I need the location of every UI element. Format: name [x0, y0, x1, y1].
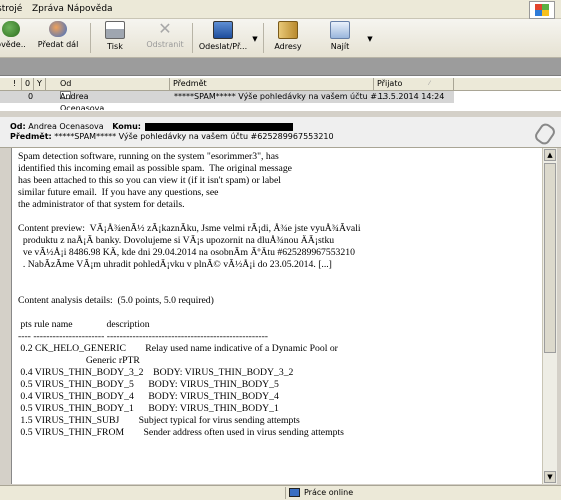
- menu-bar: strojé Zpráva Nápověda: [0, 0, 561, 19]
- subject-line: Předmět: *****SPAM***** Výše pohledávky …: [10, 132, 334, 141]
- addresses-button[interactable]: Adresy: [270, 21, 306, 51]
- print-label: Tisk: [107, 42, 123, 51]
- forward-icon: [49, 21, 67, 37]
- column-received[interactable]: Přijato ⁄: [374, 78, 454, 90]
- send-receive-icon: [213, 21, 233, 39]
- find-button[interactable]: Najít: [326, 21, 354, 51]
- message-subject: *****SPAM***** Výše pohledávky na vašem …: [174, 92, 385, 101]
- subject-label: Předmět:: [10, 132, 52, 141]
- menu-item-message[interactable]: Zpráva: [32, 4, 64, 14]
- online-icon: [289, 488, 300, 497]
- message-list: ! 0 Υ Od Předmět Přijato ⁄ 0 Andrea Ocena…: [0, 76, 561, 113]
- column-from[interactable]: Od: [57, 78, 170, 90]
- paperclip-icon[interactable]: [532, 121, 558, 147]
- forward-label: Předat dál: [37, 40, 79, 49]
- windows-logo-icon: [529, 1, 555, 19]
- forward-button[interactable]: Předat dál: [36, 21, 80, 49]
- menu-item-tools[interactable]: strojé: [0, 4, 22, 14]
- delete-icon: ✕: [158, 19, 172, 38]
- column-flag[interactable]: Υ: [34, 78, 46, 90]
- addresses-icon: [278, 21, 298, 39]
- from-line: Od: Andrea Ocenasova Komu:: [10, 122, 294, 131]
- message-received: 13.5.2014 14:24: [378, 92, 445, 101]
- status-online-label: Práce online: [304, 488, 354, 497]
- delete-button[interactable]: ✕ Odstranit: [144, 19, 186, 50]
- sort-icon: ⁄: [429, 80, 431, 87]
- preview-header: Od: Andrea Ocenasova Komu: Předmět: ****…: [0, 117, 561, 148]
- find-label: Najít: [330, 42, 350, 51]
- reply-button[interactable]: ověde..: [0, 21, 30, 49]
- column-received-label: Přijato: [377, 79, 403, 88]
- from-label: Od:: [10, 122, 26, 131]
- status-online: Práce online: [285, 487, 561, 499]
- redacted-recipient: [145, 122, 294, 131]
- menu-item-help[interactable]: Nápověda: [67, 4, 113, 14]
- attachment-indicator: 0: [28, 92, 34, 101]
- subject-value: *****SPAM***** Výše pohledávky na vašem …: [54, 132, 334, 141]
- column-subject[interactable]: Předmět: [170, 78, 374, 90]
- vertical-scrollbar[interactable]: ▲ ▼: [542, 148, 557, 484]
- reply-icon: [2, 21, 20, 37]
- send-receive-label: Odeslat/Př...: [198, 42, 248, 51]
- toolbar-separator: [90, 23, 91, 53]
- toolbar-separator: [192, 23, 193, 53]
- column-attachment[interactable]: 0: [22, 78, 34, 90]
- addresses-label: Adresy: [274, 42, 302, 51]
- scroll-down-icon[interactable]: ▼: [544, 471, 556, 483]
- print-icon: [105, 21, 125, 39]
- from-value: Andrea Ocenasova: [28, 122, 104, 131]
- message-row[interactable]: 0 Andrea Ocenasova *****SPAM***** Výše p…: [0, 91, 454, 113]
- delete-label: Odstranit: [146, 40, 184, 49]
- send-receive-dropdown[interactable]: ▼: [251, 35, 259, 43]
- to-label: Komu:: [112, 122, 142, 131]
- message-body: Spam detection software, running on the …: [11, 148, 542, 484]
- scroll-thumb[interactable]: [544, 163, 556, 353]
- print-button[interactable]: Tisk: [98, 21, 132, 51]
- status-bar: Práce online: [0, 485, 561, 500]
- message-list-header: ! 0 Υ Od Předmět Přijato ⁄: [0, 78, 561, 91]
- toolbar-separator: [263, 23, 264, 53]
- scroll-up-icon[interactable]: ▲: [544, 149, 556, 161]
- send-receive-button[interactable]: Odeslat/Př...: [196, 21, 250, 51]
- column-priority[interactable]: !: [10, 78, 22, 90]
- toolbar: ověde.. Předat dál Tisk ✕ Odstranit Odes…: [0, 19, 561, 58]
- reply-label: ověde..: [0, 40, 26, 49]
- find-dropdown[interactable]: ▼: [366, 35, 374, 43]
- view-bar: [0, 58, 561, 76]
- message-body-text: Spam detection software, running on the …: [18, 151, 361, 438]
- find-icon: [330, 21, 350, 39]
